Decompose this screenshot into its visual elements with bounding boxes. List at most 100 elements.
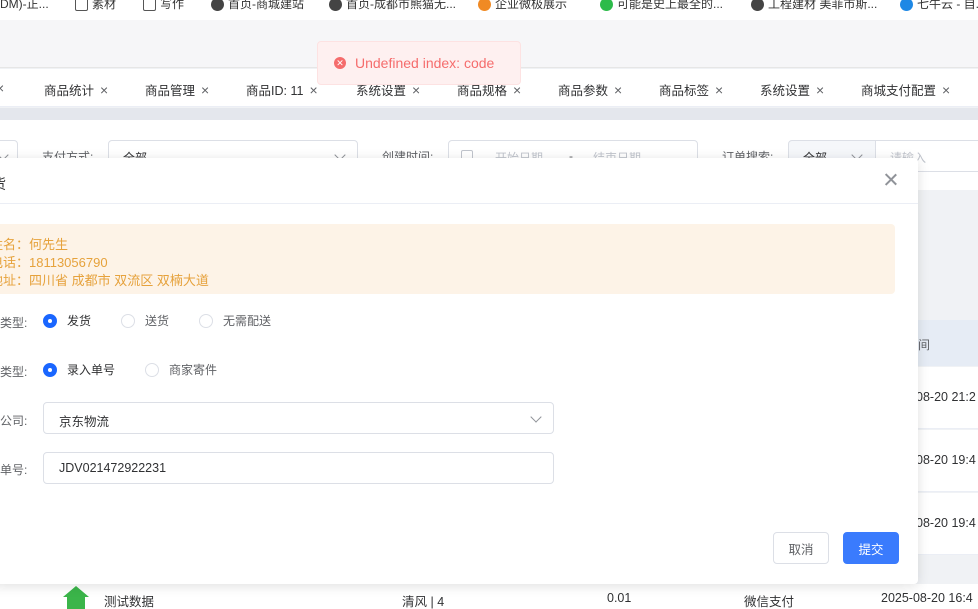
close-icon[interactable]: [883, 172, 899, 188]
globe-icon: [329, 0, 342, 11]
pay-method: 微信支付: [744, 595, 795, 609]
close-icon[interactable]: ×: [942, 82, 950, 98]
tracking-number-value: JDV021472922231: [59, 461, 167, 475]
tab-label: 商品统计: [44, 84, 95, 98]
bookmark-item[interactable]: 写作: [143, 0, 184, 13]
tab-item[interactable]: 系统设置 ×: [760, 80, 824, 99]
globe-icon: [751, 0, 764, 11]
close-icon[interactable]: ×: [100, 82, 108, 98]
bookmark-label: 写作: [160, 0, 185, 11]
folder-icon: [143, 0, 156, 11]
tab-close-button[interactable]: ×: [0, 80, 4, 96]
user-info: 清风 | 4: [402, 595, 445, 609]
tab-item[interactable]: 商城支付配置 ×: [861, 80, 950, 99]
blue-cloud-icon: [900, 0, 913, 11]
cancel-label: 取消: [788, 542, 814, 557]
tab-item[interactable]: 商品标签 ×: [659, 80, 723, 99]
content-gap: [0, 108, 978, 120]
order-time: 2025-08-20 16:4: [881, 591, 973, 605]
cancel-button[interactable]: 取消: [773, 532, 829, 564]
bookmark-label: 首页-成都市熊猫无...: [346, 0, 456, 11]
table-row[interactable]: 08-20 19:4: [916, 430, 978, 492]
table-row[interactable]: 08-20 19:4: [916, 493, 978, 555]
bookmark-item[interactable]: 可能是史上最全的...: [600, 0, 723, 13]
tab-label: 商品参数: [558, 84, 609, 98]
tracking-number-label: 单号:: [0, 463, 28, 477]
receiver-name: 姓名：何先生: [0, 237, 69, 252]
dialog-title: 货: [0, 174, 6, 194]
tab-item[interactable]: 商品统计 ×: [44, 80, 108, 99]
wechat-icon: [600, 0, 613, 11]
bookmark-item[interactable]: 首页-商城建站: [211, 0, 304, 13]
delivery-type-label: 类型:: [0, 316, 28, 330]
radio-dot[interactable]: [43, 362, 57, 377]
radio-label: 商家寄件: [169, 363, 218, 377]
bookmark-item[interactable]: 企业微极展示: [478, 0, 567, 13]
close-icon[interactable]: ×: [309, 82, 317, 98]
radio-merchant-send[interactable]: 商家寄件: [145, 361, 217, 378]
radio-no-delivery[interactable]: 无需配送: [199, 312, 271, 329]
radio-label: 送货: [145, 314, 170, 328]
close-icon[interactable]: ×: [201, 82, 209, 98]
close-icon[interactable]: ×: [715, 82, 723, 98]
receiver-address: 地址：四川省 成都市 双流区 双楠大道: [0, 273, 209, 288]
error-toast: ✕ Undefined index: code: [317, 41, 521, 85]
courier-company-select[interactable]: 京东物流: [43, 402, 554, 434]
tab-item[interactable]: 商品参数 ×: [558, 80, 622, 99]
error-icon: ✕: [334, 57, 346, 69]
radio-deliver[interactable]: 送货: [121, 312, 169, 329]
bookmark-item[interactable]: DM)-正...: [0, 0, 49, 13]
table-row[interactable]: 08-20 21:2: [916, 367, 978, 429]
courier-company-label: 公司:: [0, 414, 28, 428]
tab-item[interactable]: 商品管理 ×: [145, 80, 209, 99]
bookmark-item[interactable]: 素材: [75, 0, 116, 13]
order-amount: 0.01: [607, 591, 632, 605]
radio-label: 发货: [67, 314, 92, 328]
ship-dialog: 货 姓名：何先生 电话：18113056790 地址：四川省 成都市 双流区 双…: [0, 158, 918, 584]
tab-label: 商品标签: [659, 84, 710, 98]
table-toolbar: [918, 190, 978, 320]
radio-dot[interactable]: [43, 313, 57, 328]
bookmark-item[interactable]: 工程建材 美菲市斯...: [751, 0, 877, 13]
tab-item[interactable]: 商品ID: 11 ×: [246, 80, 318, 99]
radio-dot[interactable]: [121, 313, 135, 328]
tab-label: 系统设置: [760, 84, 811, 98]
radio-ship[interactable]: 发货: [43, 312, 91, 329]
tab-label: 商城支付配置: [861, 84, 937, 98]
bookmark-label: 首页-商城建站: [228, 0, 304, 11]
tab-label: 商品管理: [145, 84, 196, 98]
time-column-header: 间: [918, 338, 931, 352]
radio-enter-tracking[interactable]: 录入单号: [43, 361, 115, 378]
bookmark-item[interactable]: 七牛云 - 自...: [900, 0, 978, 13]
close-icon[interactable]: ×: [0, 80, 4, 96]
bookmark-label: 工程建材 美菲市斯...: [768, 0, 878, 11]
table-header: 间: [918, 320, 978, 366]
tab-label: 商品ID: 11: [246, 84, 304, 98]
tracking-number-input[interactable]: JDV021472922231: [43, 452, 554, 484]
submit-button[interactable]: 提交: [843, 532, 899, 564]
radio-dot[interactable]: [145, 362, 159, 377]
globe-icon: [211, 0, 224, 11]
bookmark-label: 七牛云 - 自...: [917, 0, 978, 11]
radio-label: 无需配送: [223, 314, 272, 328]
bookmark-label: 企业微极展示: [495, 0, 568, 11]
close-icon[interactable]: ×: [816, 82, 824, 98]
row-time: 08-20 19:4: [916, 516, 976, 530]
product-name: 测试数据: [104, 595, 155, 609]
bookmark-item[interactable]: 首页-成都市熊猫无...: [329, 0, 456, 13]
toast-message: Undefined index: code: [355, 55, 495, 71]
radio-label: 录入单号: [67, 363, 116, 377]
row-time: 08-20 21:2: [916, 390, 976, 404]
bookmarks-bar: DM)-正... 素材 写作 首页-商城建站 首页-成都市熊猫无... 企业微极…: [0, 0, 978, 20]
submit-label: 提交: [858, 542, 884, 557]
address-alert: 姓名：何先生 电话：18113056790 地址：四川省 成都市 双流区 双楠大…: [0, 224, 895, 294]
orange-swirl-icon: [478, 0, 491, 11]
bookmark-label: DM)-正...: [0, 0, 49, 11]
product-thumbnail-icon: [63, 586, 89, 609]
bookmark-label: 素材: [92, 0, 117, 11]
close-icon[interactable]: ×: [614, 82, 622, 98]
ship-type-label: 类型:: [0, 365, 28, 379]
table-row[interactable]: 测试数据 清风 | 4 0.01 微信支付 2025-08-20 16:4: [0, 584, 978, 609]
radio-dot[interactable]: [199, 313, 213, 328]
dialog-header: 货: [0, 158, 918, 204]
